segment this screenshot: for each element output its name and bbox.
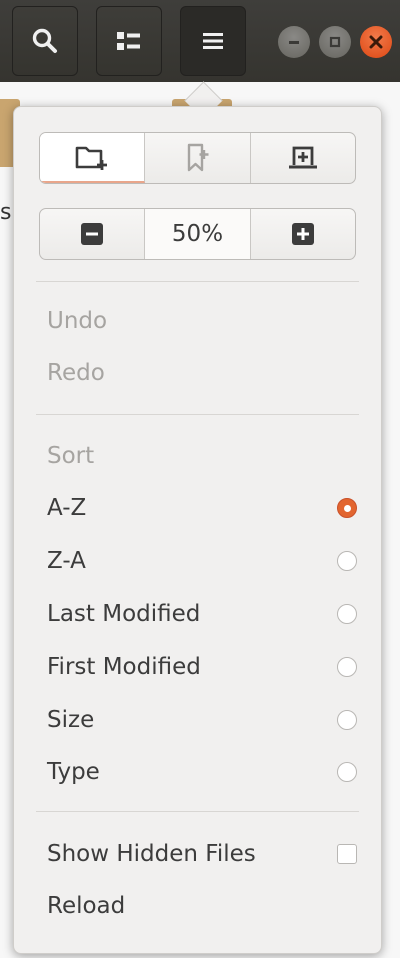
new-folder-button[interactable] [40,133,146,183]
new-folder-icon [75,146,108,170]
sort-option-type[interactable]: Type [47,752,357,792]
sort-option-last-modified[interactable]: Last Modified [47,594,357,634]
sort-option-size[interactable]: Size [47,700,357,740]
app-menu-popover: 50% Undo Redo Sort A-Z Z-A Last Modified… [13,106,382,954]
undo-item[interactable]: Undo [47,301,357,341]
sort-option-label: Z-A [47,548,86,574]
undo-label: Undo [47,308,108,334]
separator [36,811,359,812]
sort-header-label: Sort [47,443,95,469]
separator [36,281,359,282]
reload-label: Reload [47,893,126,919]
show-hidden-files-checkbox[interactable] [337,844,357,864]
zoom-in-icon [291,223,314,245]
sort-option-label: A-Z [47,495,87,521]
hamburger-menu-icon [203,33,223,49]
sort-option-label: Size [47,707,95,733]
minimize-icon [289,41,299,44]
redo-label: Redo [47,360,105,386]
bookmark-add-icon [188,143,209,172]
header-bar [0,0,400,82]
separator [36,414,359,415]
sort-option-label: First Modified [47,654,201,680]
file-label-partial: s [0,200,12,225]
zoom-out-button[interactable] [40,209,146,259]
radio-button[interactable] [337,657,357,677]
sort-option-label: Last Modified [47,601,201,627]
sort-option-a-z[interactable]: A-Z [47,488,357,528]
sort-option-label: Type [47,759,100,785]
search-button[interactable] [12,6,78,76]
view-list-icon [117,32,140,50]
maximize-button[interactable] [319,26,351,58]
zoom-out-icon [81,223,104,245]
radio-button[interactable] [337,762,357,782]
zoom-controls: 50% [39,208,356,260]
new-tab-icon [288,146,317,169]
new-items-group [39,132,356,184]
radio-button[interactable] [337,551,357,571]
radio-button-selected[interactable] [337,498,357,518]
new-tab-button[interactable] [251,133,355,183]
sort-option-first-modified[interactable]: First Modified [47,647,357,687]
bookmark-button[interactable] [145,133,251,183]
zoom-level[interactable]: 50% [145,209,251,259]
reload-item[interactable]: Reload [47,886,357,926]
search-icon [32,28,57,53]
minimize-button[interactable] [278,26,310,58]
close-icon [369,35,383,49]
menu-button[interactable] [180,6,246,76]
radio-button[interactable] [337,710,357,730]
show-hidden-files-label: Show Hidden Files [47,841,256,867]
zoom-in-button[interactable] [251,209,355,259]
sort-option-z-a[interactable]: Z-A [47,541,357,581]
show-hidden-files-item[interactable]: Show Hidden Files [47,834,357,874]
radio-button[interactable] [337,604,357,624]
view-toggle-button[interactable] [96,6,162,76]
maximize-icon [329,36,341,48]
redo-item[interactable]: Redo [47,353,357,393]
sort-header: Sort [47,436,357,476]
close-button[interactable] [360,26,392,58]
